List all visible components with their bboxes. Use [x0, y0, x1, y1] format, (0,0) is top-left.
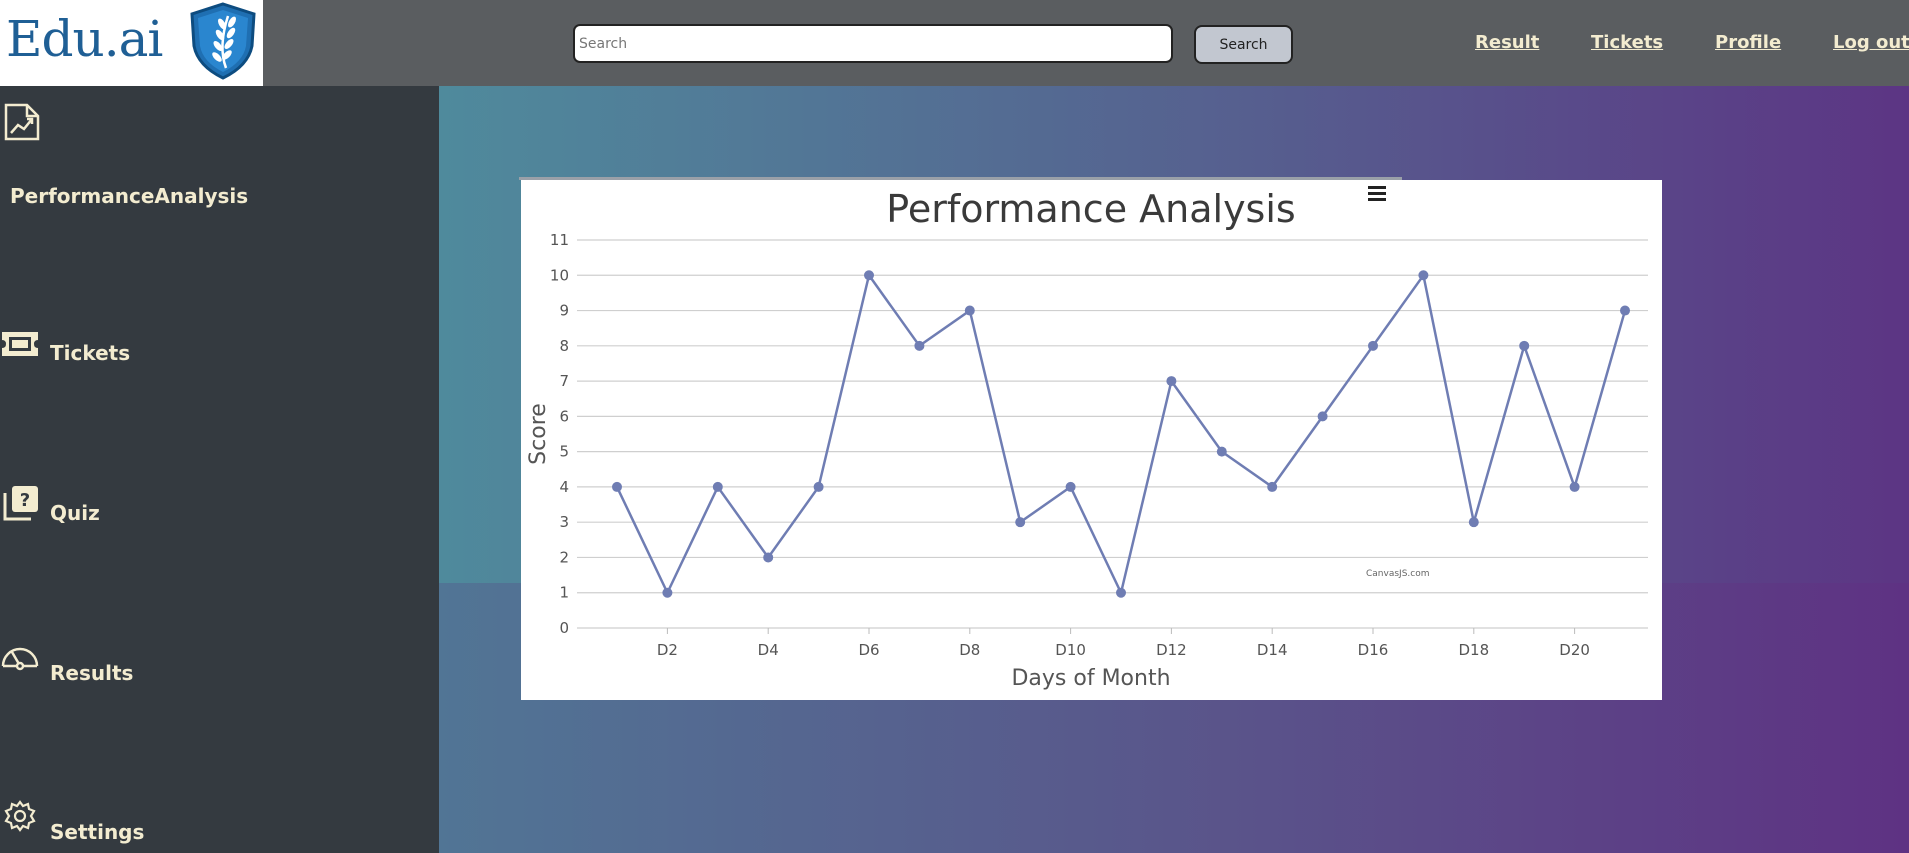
x-tick-label: D8: [959, 641, 980, 659]
data-point: [914, 340, 925, 351]
ticket-icon: [2, 332, 38, 356]
nav-logout-link[interactable]: Log out: [1833, 32, 1909, 53]
chart-svg: Performance Analysis 0 1 2 3 4 5 6 7 8 9 10 11 D2 D4 D6…: [526, 187, 1648, 691]
x-tick-label: D10: [1055, 641, 1086, 659]
x-axis-title: Days of Month: [1011, 666, 1170, 691]
sidebar-item-quiz[interactable]: ? Quiz: [0, 476, 439, 536]
data-point: [662, 587, 673, 598]
data-point: [1620, 305, 1630, 316]
y-tick-label: 10: [550, 266, 569, 284]
y-tick-label: 0: [559, 619, 569, 637]
data-point: [1267, 481, 1278, 492]
y-tick-label: 5: [559, 443, 569, 461]
search-input[interactable]: [573, 24, 1173, 63]
brand-name: Edu.ai: [6, 10, 163, 68]
y-tick-label: 8: [559, 337, 569, 355]
data-point: [1368, 340, 1378, 351]
x-tick-label: D16: [1358, 641, 1389, 659]
x-tick-label: D14: [1257, 641, 1288, 659]
data-point: [1166, 376, 1177, 387]
top-header: Edu.ai Search Result Tickets Profile Log…: [0, 0, 1909, 86]
y-tick-label: 9: [559, 302, 569, 320]
data-point: [1116, 587, 1126, 598]
series-line: [615, 272, 1627, 597]
sidebar-item-settings[interactable]: Settings: [0, 796, 439, 853]
x-tick-label: D2: [657, 641, 678, 659]
data-point: [1015, 517, 1026, 528]
data-point: [1569, 481, 1580, 492]
sidebar-item-label: Settings: [50, 820, 145, 844]
y-tick-label: 4: [559, 478, 569, 496]
nav-profile-link[interactable]: Profile: [1715, 32, 1781, 53]
gear-icon: [4, 800, 36, 832]
data-point: [1317, 411, 1328, 422]
x-tick-label: D4: [758, 641, 779, 659]
x-tick-label: D18: [1458, 641, 1489, 659]
sidebar-item-performance-analysis[interactable]: PerformanceAnalysis: [0, 86, 439, 216]
y-tick-label: 3: [559, 513, 569, 531]
shield-icon: [190, 2, 256, 80]
data-point: [864, 270, 874, 281]
sidebar-item-results[interactable]: Results: [0, 636, 439, 696]
sidebar-item-label: PerformanceAnalysis: [10, 184, 249, 208]
logo[interactable]: Edu.ai: [0, 0, 263, 86]
y-axis-title: Score: [526, 403, 551, 465]
sidebar-item-label: Quiz: [50, 501, 100, 525]
data-point: [712, 481, 723, 492]
sidebar-item-label: Tickets: [50, 341, 131, 365]
data-point: [813, 481, 824, 492]
data-point: [964, 305, 975, 316]
nav-tickets-link[interactable]: Tickets: [1591, 32, 1663, 53]
gauge-icon: [1, 647, 39, 671]
y-tick-label: 6: [559, 407, 569, 425]
sidebar: PerformanceAnalysis Tickets ? Quiz Resul…: [0, 86, 439, 853]
data-point: [1418, 270, 1429, 281]
chart-icon: [4, 103, 40, 141]
data-point: [763, 552, 774, 563]
x-tick-label: D6: [858, 641, 879, 659]
chart-watermark: CanvasJS.com: [1366, 569, 1429, 579]
nav-result-link[interactable]: Result: [1475, 32, 1539, 53]
x-tick-label: D20: [1559, 641, 1590, 659]
data-point: [1519, 340, 1530, 351]
data-point: [1216, 446, 1227, 457]
data-point: [1468, 517, 1479, 528]
chart-menu-icon[interactable]: [1368, 186, 1386, 202]
data-point: [1065, 481, 1076, 492]
data-point: [612, 481, 622, 492]
performance-chart: Performance Analysis 0 1 2 3 4 5 6 7 8 9 10 11 D2 D4 D6…: [521, 180, 1662, 700]
x-tick-label: D12: [1156, 641, 1187, 659]
chart-title: Performance Analysis: [886, 187, 1295, 231]
search-button[interactable]: Search: [1194, 25, 1293, 64]
y-tick-label: 2: [559, 548, 569, 566]
svg-text:?: ?: [20, 490, 30, 511]
y-tick-label: 7: [559, 372, 569, 390]
y-tick-label: 11: [550, 231, 569, 249]
sidebar-item-tickets[interactable]: Tickets: [0, 316, 439, 376]
quiz-icon: ?: [3, 486, 38, 521]
y-tick-label: 1: [559, 584, 569, 602]
sidebar-item-label: Results: [50, 661, 134, 685]
